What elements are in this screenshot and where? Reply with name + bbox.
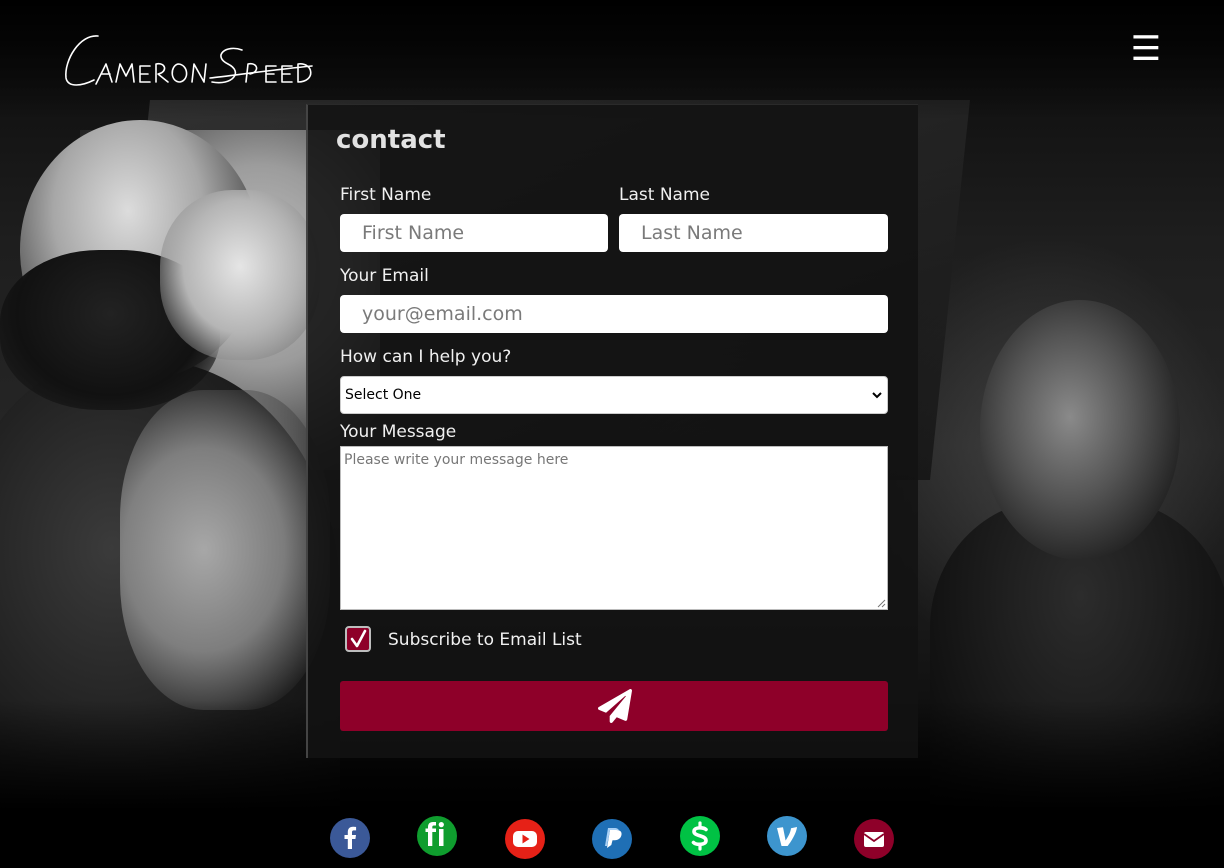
site-logo[interactable] (60, 30, 316, 92)
facebook-link[interactable] (330, 818, 370, 858)
help-select-value: Select One (345, 387, 422, 403)
menu-button[interactable]: ☰ (1130, 32, 1162, 66)
page: ☰ contact First Name Last Name Your Emai… (0, 0, 1224, 868)
resize-handle-icon[interactable] (876, 598, 886, 608)
fi-icon (425, 822, 444, 846)
hamburger-icon: ☰ (1130, 29, 1162, 69)
submit-button[interactable] (340, 681, 888, 731)
subscribe-checkbox[interactable] (345, 626, 371, 652)
youtube-link[interactable] (505, 819, 545, 859)
bg-audience-face (980, 300, 1180, 560)
first-name-label: First Name (340, 185, 432, 205)
last-name-input[interactable] (619, 214, 888, 252)
help-label: How can I help you? (340, 347, 512, 367)
bg-singer-hand (160, 190, 320, 360)
email-label: Your Email (340, 266, 429, 286)
cashapp-link[interactable] (680, 816, 720, 856)
chevron-down-icon (872, 392, 882, 399)
paypal-icon (605, 828, 622, 848)
message-label: Your Message (340, 422, 457, 442)
message-textarea[interactable] (340, 446, 888, 610)
envelope-icon (863, 832, 885, 847)
email-input[interactable] (340, 295, 888, 333)
venmo-link[interactable] (767, 816, 807, 856)
last-name-label: Last Name (619, 185, 710, 205)
youtube-icon (513, 831, 537, 847)
facebook-icon (344, 826, 357, 849)
first-name-input[interactable] (340, 214, 608, 252)
email-link[interactable] (854, 819, 894, 859)
fi-link[interactable] (417, 816, 457, 856)
cashapp-icon (691, 821, 708, 851)
venmo-icon (777, 827, 797, 846)
checkmark-icon (350, 629, 367, 648)
contact-panel: contact First Name Last Name Your Email … (306, 104, 918, 758)
bg-singer-arm (120, 390, 330, 710)
subscribe-label[interactable]: Subscribe to Email List (388, 630, 582, 650)
paper-plane-icon (598, 689, 632, 723)
panel-title: contact (336, 125, 446, 155)
help-select[interactable]: Select One (340, 376, 888, 414)
paypal-link[interactable] (592, 819, 632, 859)
